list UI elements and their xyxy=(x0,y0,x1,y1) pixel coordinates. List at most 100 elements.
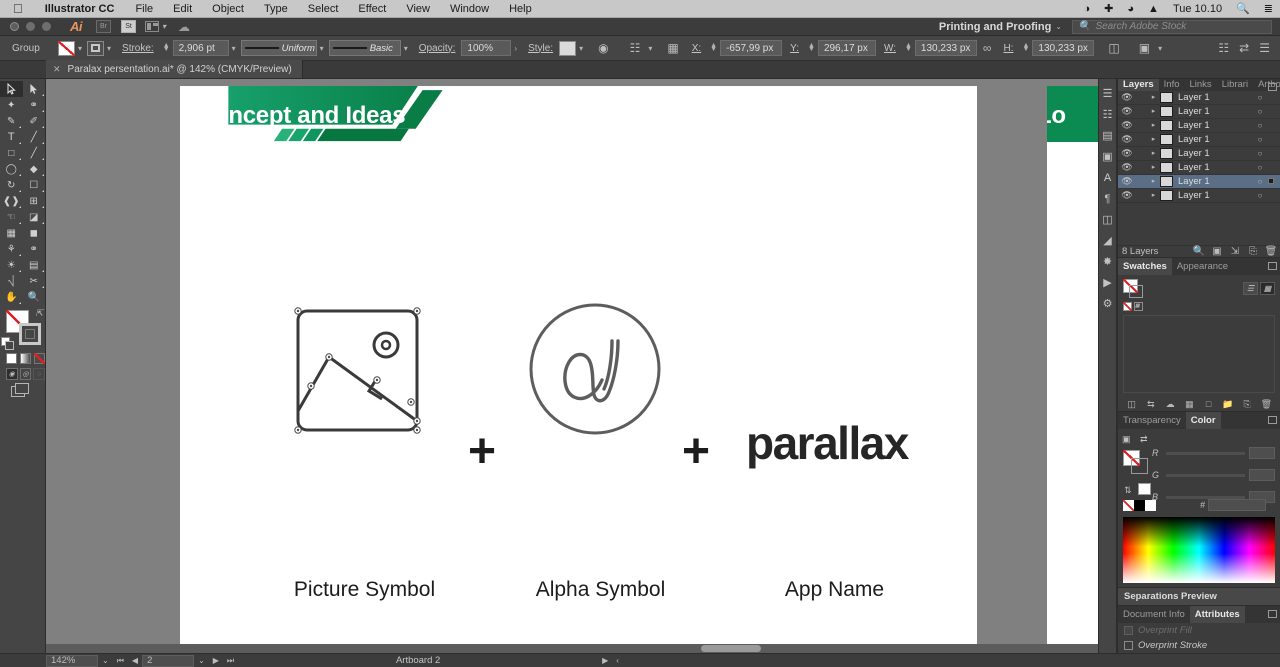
black-ramp-cell[interactable] xyxy=(1134,500,1145,511)
alpha-symbol-icon[interactable] xyxy=(526,300,664,438)
maximize-window-button[interactable] xyxy=(42,22,51,31)
type-tool[interactable]: T xyxy=(0,129,23,145)
table-row[interactable]: 👁 ▸ Layer 1 ○ xyxy=(1118,91,1280,105)
opacity-field[interactable]: 100% xyxy=(461,40,512,56)
swatches-body[interactable] xyxy=(1123,315,1275,393)
close-tab-icon[interactable]: ✕ xyxy=(53,64,61,75)
chevron-right-icon[interactable]: ▸ xyxy=(1147,177,1160,185)
free-transform-tool[interactable]: ⊞ xyxy=(23,193,46,209)
rectangle-tool[interactable]: □ xyxy=(0,145,23,161)
change-screen-mode-button[interactable] xyxy=(0,380,45,397)
color-channel-g[interactable]: G xyxy=(1152,469,1275,481)
fill-swatch-button[interactable] xyxy=(58,40,75,56)
chevron-right-icon[interactable]: ▸ xyxy=(1147,149,1160,157)
fill-chevron-down-icon[interactable]: ▾ xyxy=(75,44,87,53)
table-row[interactable]: 👁 ▸ Layer 1 ○ xyxy=(1118,133,1280,147)
menu-object[interactable]: Object xyxy=(202,3,254,15)
align-panel-icon[interactable]: ◢ xyxy=(1098,230,1117,251)
menu-help[interactable]: Help xyxy=(499,3,542,15)
gradient-tool[interactable]: ◪ xyxy=(23,209,46,225)
layer-visibility-icon[interactable]: 👁 xyxy=(1118,148,1136,159)
tab-transparency[interactable]: Transparency xyxy=(1118,412,1186,429)
white-swatch[interactable] xyxy=(1138,483,1151,495)
chevron-right-icon[interactable]: ▸ xyxy=(1147,107,1160,115)
color-fill-stroke-indicator[interactable] xyxy=(1123,450,1149,476)
column-graph-tool[interactable]: ▤ xyxy=(23,257,46,273)
layer-target-icon[interactable]: ○ xyxy=(1252,191,1268,200)
arrange-chevron-down-icon[interactable]: ▾ xyxy=(1155,44,1167,53)
artboard-status-label[interactable]: Artboard 2 xyxy=(238,655,598,666)
color-mode-button[interactable] xyxy=(6,353,17,364)
symbols-panel-icon[interactable]: ✸ xyxy=(1098,251,1117,272)
symbol-sprayer-tool[interactable]: ☀ xyxy=(0,257,23,273)
w-stepper[interactable]: ▲ ▼ xyxy=(902,42,915,53)
magic-wand-tool[interactable]: ✦ xyxy=(0,97,23,113)
stroke-weight-stepper[interactable]: ▲ ▼ xyxy=(160,42,173,53)
swatch-libraries-icon[interactable]: ◫ xyxy=(1122,399,1141,410)
table-row[interactable]: 👁 ▸ Layer 1 ○ xyxy=(1118,119,1280,133)
none-mode-button[interactable] xyxy=(34,353,45,364)
artboard-tool[interactable]: ⎷ xyxy=(0,273,23,289)
color-guide-icon[interactable]: ▣ xyxy=(1098,146,1117,167)
table-row[interactable]: 👁 ▸ Layer 1 ○ xyxy=(1118,147,1280,161)
banner-title[interactable]: Concept and Ideas xyxy=(197,102,406,130)
menu-edit[interactable]: Edit xyxy=(163,3,202,15)
artboard-2[interactable]: Concept and Ideas + + parallax Picture S… xyxy=(180,86,977,648)
separations-preview-title[interactable]: Separations Preview xyxy=(1118,588,1280,605)
swatch-fill-stroke-indicator[interactable] xyxy=(1123,278,1143,298)
tab-info[interactable]: Info xyxy=(1159,79,1185,91)
registration-swatch[interactable]: ▦ xyxy=(1134,301,1143,311)
tab-document-info[interactable]: Document Info xyxy=(1118,606,1190,623)
stroke-weight-field[interactable]: 2,906 pt xyxy=(172,40,229,56)
create-new-layer-icon[interactable]: ⎘ xyxy=(1244,246,1262,257)
overprint-fill-checkbox[interactable] xyxy=(1124,626,1133,635)
status-menu-play-icon[interactable]: ▶ xyxy=(598,656,612,665)
select-similar-icon[interactable]: ☷ xyxy=(614,41,646,55)
swap-fill-stroke-icon[interactable]: ⇱ xyxy=(35,308,43,319)
zoom-tool[interactable]: 🔍 xyxy=(23,289,46,305)
layer-visibility-icon[interactable]: 👁 xyxy=(1118,134,1136,145)
tab-links[interactable]: Links xyxy=(1185,79,1217,91)
last-artboard-button[interactable]: ⏭ xyxy=(223,656,238,666)
layer-visibility-icon[interactable]: 👁 xyxy=(1118,106,1136,117)
caption-picture-symbol[interactable]: Picture Symbol xyxy=(227,578,502,602)
dropbox-icon[interactable]: ◑ xyxy=(1077,3,1098,15)
arrange-documents-button[interactable]: ▾ xyxy=(145,21,166,32)
arrange-objects-icon[interactable]: ▣ xyxy=(1125,41,1155,55)
layer-target-icon[interactable]: ○ xyxy=(1252,121,1268,130)
tab-color[interactable]: Color xyxy=(1185,412,1221,429)
direct-selection-tool[interactable] xyxy=(23,81,46,97)
layer-name[interactable]: Layer 1 xyxy=(1178,92,1252,103)
hex-input[interactable] xyxy=(1208,499,1267,511)
stroke-weight-chevron-down-icon[interactable]: ▾ xyxy=(229,44,241,53)
y-stepper[interactable]: ▲ ▼ xyxy=(805,42,818,53)
paragraph-panel-icon[interactable]: ¶ xyxy=(1098,188,1117,209)
color-spectrum-picker[interactable] xyxy=(1123,517,1275,583)
overprint-stroke-checkbox[interactable] xyxy=(1124,641,1133,650)
eject-icon[interactable]: ▲ xyxy=(1141,3,1166,15)
stock-button[interactable]: St xyxy=(121,20,136,33)
table-row[interactable]: 👁 ▸ Layer 1 ○ xyxy=(1118,189,1280,203)
document-tab[interactable]: ✕ Paralax persentation.ai* @ 142% (CMYK/… xyxy=(46,60,303,78)
workspace-chevron-down-icon[interactable]: ⌄ xyxy=(1055,22,1072,31)
minimize-window-button[interactable] xyxy=(26,22,35,31)
list-view-icon[interactable]: ☰ xyxy=(1243,281,1258,295)
layer-visibility-icon[interactable]: 👁 xyxy=(1118,190,1136,201)
pathfinder-icon[interactable]: ◫ xyxy=(1098,209,1117,230)
menubar-clock[interactable]: Tue 10.10 xyxy=(1166,3,1229,15)
layer-name[interactable]: Layer 1 xyxy=(1178,190,1252,201)
menu-app-name[interactable]: Illustrator CC xyxy=(34,3,126,15)
panel-options-icon[interactable] xyxy=(1268,610,1277,618)
chevron-right-icon[interactable]: ▸ xyxy=(1147,163,1160,171)
panel-menu-icon[interactable]: ☰ xyxy=(1098,83,1117,104)
transform-icon[interactable]: ◫ xyxy=(1094,41,1124,55)
mesh-tool[interactable]: ◼ xyxy=(23,225,46,241)
chevron-right-icon[interactable]: ▸ xyxy=(1147,135,1160,143)
app-wordmark[interactable]: parallax xyxy=(746,416,909,470)
swap-fill-stroke-icon[interactable]: ⇄ xyxy=(1140,434,1148,445)
menu-effect[interactable]: Effect xyxy=(348,3,396,15)
zoom-level-field[interactable]: 142% xyxy=(46,654,98,667)
brush-definition-select[interactable]: Basic xyxy=(328,40,401,56)
chevron-right-icon[interactable]: ▸ xyxy=(1147,121,1160,129)
layer-target-icon[interactable]: ○ xyxy=(1252,149,1268,158)
